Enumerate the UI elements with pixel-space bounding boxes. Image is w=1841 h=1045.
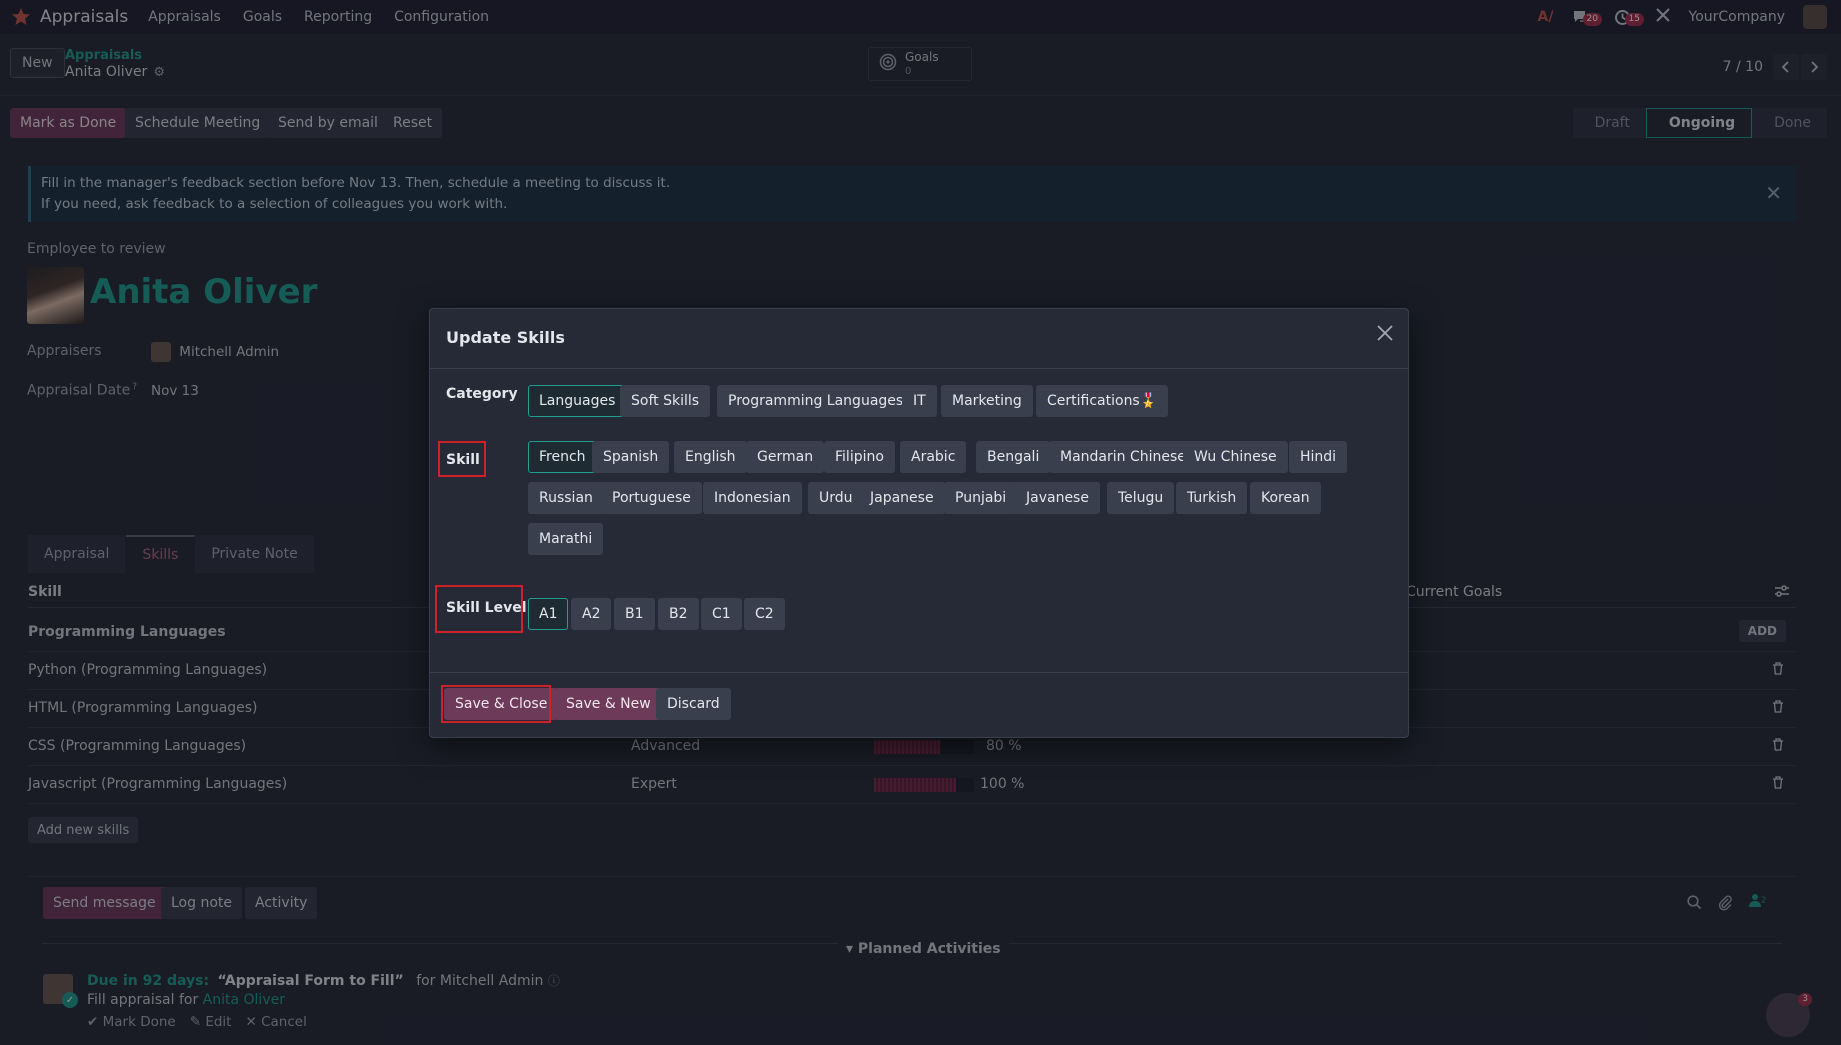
skill-chip-portuguese[interactable]: Portuguese <box>601 482 702 514</box>
skill-chip-hindi[interactable]: Hindi <box>1289 441 1348 473</box>
level-chip-c1[interactable]: C1 <box>701 598 742 630</box>
category-chip-soft-skills[interactable]: Soft Skills <box>620 385 711 417</box>
annotation-highlight-skill <box>438 441 486 477</box>
skill-chip-german[interactable]: German <box>746 441 825 473</box>
skill-chip-bengali[interactable]: Bengali <box>976 441 1051 473</box>
category-chip-certifications[interactable]: Certifications🎖️ <box>1036 385 1169 417</box>
level-chip-c2[interactable]: C2 <box>744 598 785 630</box>
category-chip-programming-languages[interactable]: Programming Languages <box>717 385 915 417</box>
level-chip-a1[interactable]: A1 <box>528 598 569 630</box>
skill-chip-indonesian[interactable]: Indonesian <box>703 482 802 514</box>
level-chip-a2[interactable]: A2 <box>571 598 612 630</box>
skill-chip-mandarin-chinese[interactable]: Mandarin Chinese <box>1049 441 1197 473</box>
skill-chip-filipino[interactable]: Filipino <box>824 441 895 473</box>
update-skills-dialog: Update Skills Category Languages Soft Ski… <box>429 308 1409 738</box>
modal-title: Update Skills <box>446 328 565 347</box>
discard-button[interactable]: Discard <box>656 688 731 720</box>
skill-chip-urdu[interactable]: Urdu <box>808 482 864 514</box>
skill-chip-french[interactable]: French <box>528 441 597 473</box>
modal-header: Update Skills <box>430 309 1408 369</box>
modal-footer: Save & Close Save & New Discard <box>430 672 1408 738</box>
category-chip-languages[interactable]: Languages <box>528 385 627 417</box>
skill-chip-turkish[interactable]: Turkish <box>1176 482 1248 514</box>
close-icon[interactable] <box>1376 323 1394 348</box>
level-chip-b2[interactable]: B2 <box>658 598 699 630</box>
skill-chip-wu-chinese[interactable]: Wu Chinese <box>1183 441 1288 473</box>
skill-chip-korean[interactable]: Korean <box>1250 482 1321 514</box>
skill-chip-spanish[interactable]: Spanish <box>592 441 670 473</box>
skill-chip-english[interactable]: English <box>674 441 747 473</box>
save-new-button[interactable]: Save & New <box>555 688 662 720</box>
category-chip-it[interactable]: IT <box>902 385 937 417</box>
annotation-highlight-level <box>435 585 523 633</box>
category-label: Category <box>446 386 518 402</box>
skill-chip-japanese[interactable]: Japanese <box>859 482 945 514</box>
annotation-highlight-save <box>441 685 551 723</box>
skill-chip-javanese[interactable]: Javanese <box>1015 482 1100 514</box>
skill-chip-telugu[interactable]: Telugu <box>1107 482 1175 514</box>
skill-chip-russian[interactable]: Russian <box>528 482 604 514</box>
category-chip-marketing[interactable]: Marketing <box>941 385 1033 417</box>
skill-chip-marathi[interactable]: Marathi <box>528 523 604 555</box>
skill-chip-punjabi[interactable]: Punjabi <box>944 482 1018 514</box>
skill-chip-arabic[interactable]: Arabic <box>900 441 967 473</box>
level-chip-b1[interactable]: B1 <box>614 598 655 630</box>
